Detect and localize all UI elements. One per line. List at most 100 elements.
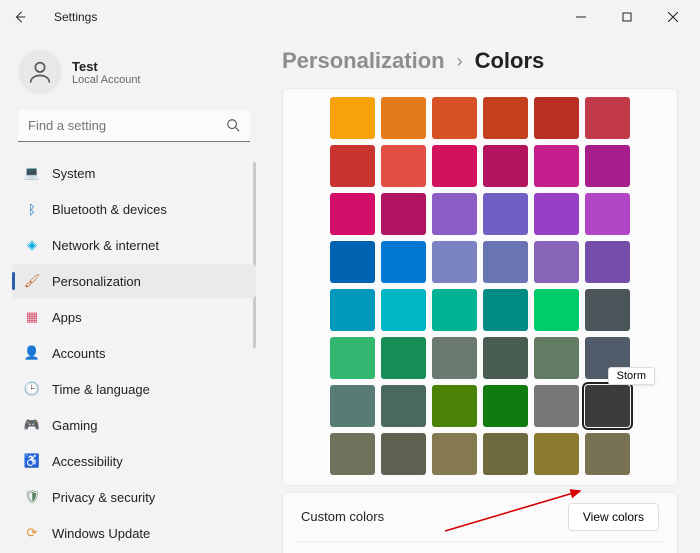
sidebar-item-apps[interactable]: ▦Apps xyxy=(12,300,256,334)
color-swatch[interactable] xyxy=(534,289,579,331)
color-swatch[interactable] xyxy=(432,145,477,187)
nav-label: Windows Update xyxy=(52,526,150,541)
color-swatch[interactable] xyxy=(330,337,375,379)
color-swatch[interactable] xyxy=(483,433,528,475)
color-grid xyxy=(297,97,663,475)
sidebar-item-system[interactable]: 💻 System xyxy=(12,156,256,190)
color-swatch[interactable] xyxy=(330,193,375,235)
nav-label: Accessibility xyxy=(52,454,123,469)
sidebar-item-accounts[interactable]: 👤 Accounts xyxy=(12,336,256,370)
color-swatch[interactable] xyxy=(330,289,375,331)
sidebar-item-gaming[interactable]: 🎮 Gaming xyxy=(12,408,256,442)
color-swatch[interactable] xyxy=(585,97,630,139)
nav-label: Privacy & security xyxy=(52,490,155,505)
color-swatch[interactable] xyxy=(381,289,426,331)
breadcrumb-current: Colors xyxy=(475,48,545,74)
nav-label: Personalization xyxy=(52,274,141,289)
profile-name: Test xyxy=(72,59,141,74)
color-swatch[interactable] xyxy=(381,241,426,283)
color-swatch[interactable] xyxy=(432,433,477,475)
minimize-button[interactable] xyxy=(558,2,604,32)
color-swatch[interactable] xyxy=(330,433,375,475)
color-swatch[interactable] xyxy=(432,385,477,427)
sidebar-item-network-internet[interactable]: ◈ Network & internet xyxy=(12,228,256,262)
custom-colors-card: Custom colors View colors Show accent co… xyxy=(282,492,678,553)
nav-label: System xyxy=(52,166,95,181)
color-tooltip: Storm xyxy=(608,367,655,385)
nav-label: Network & internet xyxy=(52,238,159,253)
color-swatch[interactable] xyxy=(585,241,630,283)
color-swatch[interactable] xyxy=(483,337,528,379)
color-swatch[interactable] xyxy=(585,289,630,331)
sidebar-item-time-language[interactable]: 🕒Time & language xyxy=(12,372,256,406)
profile-block[interactable]: Test Local Account xyxy=(12,46,256,110)
nav-icon: 🖌 xyxy=(24,273,40,289)
color-swatch[interactable] xyxy=(381,337,426,379)
color-swatch[interactable] xyxy=(585,433,630,475)
nav-icon: ⟳ xyxy=(24,525,40,541)
color-swatch[interactable] xyxy=(330,97,375,139)
avatar xyxy=(18,50,62,94)
color-swatch[interactable] xyxy=(381,433,426,475)
color-swatch[interactable] xyxy=(330,241,375,283)
profile-account: Local Account xyxy=(72,74,141,86)
color-swatch[interactable] xyxy=(483,97,528,139)
search-icon xyxy=(226,118,242,134)
color-swatch[interactable] xyxy=(534,337,579,379)
nav-label: Bluetooth & devices xyxy=(52,202,167,217)
color-swatch[interactable] xyxy=(534,433,579,475)
nav-label: Time & language xyxy=(52,382,150,397)
nav-icon: 🎮 xyxy=(24,417,40,433)
sidebar-item-windows-update[interactable]: ⟳ Windows Update xyxy=(12,516,256,550)
color-swatch[interactable] xyxy=(534,385,579,427)
close-button[interactable] xyxy=(650,2,696,32)
color-swatch[interactable] xyxy=(483,385,528,427)
nav-icon: ◈ xyxy=(24,237,40,253)
color-swatch[interactable] xyxy=(381,385,426,427)
color-swatch[interactable] xyxy=(330,385,375,427)
color-swatch[interactable] xyxy=(432,289,477,331)
color-swatch[interactable] xyxy=(330,145,375,187)
nav-icon: ᛒ xyxy=(24,201,40,217)
color-swatch[interactable] xyxy=(534,145,579,187)
nav-label: Accounts xyxy=(52,346,105,361)
color-swatch[interactable] xyxy=(381,145,426,187)
view-colors-button[interactable]: View colors xyxy=(568,503,659,531)
color-swatch[interactable] xyxy=(432,241,477,283)
nav-icon: 👤 xyxy=(24,345,40,361)
back-button[interactable] xyxy=(4,1,36,33)
color-swatch[interactable] xyxy=(483,241,528,283)
sidebar-item-privacy-security[interactable]: 🛡 Privacy & security xyxy=(12,480,256,514)
color-swatch[interactable] xyxy=(432,97,477,139)
color-swatch[interactable] xyxy=(483,289,528,331)
color-swatch[interactable] xyxy=(534,97,579,139)
color-swatch[interactable] xyxy=(534,241,579,283)
color-swatch[interactable] xyxy=(483,145,528,187)
nav-list: 💻 System ᛒ Bluetooth & devices ◈ Network & in… xyxy=(12,156,256,550)
nav-icon: 💻 xyxy=(24,165,40,181)
nav-label: Gaming xyxy=(52,418,98,433)
nav-icon: ♿ xyxy=(24,453,40,469)
accent-colors-card: Storm xyxy=(282,88,678,486)
color-swatch[interactable] xyxy=(534,193,579,235)
sidebar-item-personalization[interactable]: 🖌 Personalization xyxy=(12,264,256,298)
search-input[interactable] xyxy=(18,110,250,142)
sidebar-item-bluetooth-devices[interactable]: ᛒ Bluetooth & devices xyxy=(12,192,256,226)
custom-colors-label: Custom colors xyxy=(301,509,568,526)
color-swatch[interactable] xyxy=(483,193,528,235)
nav-label: Apps xyxy=(52,310,82,325)
color-swatch[interactable] xyxy=(381,97,426,139)
breadcrumb-parent[interactable]: Personalization xyxy=(282,48,445,74)
color-swatch[interactable] xyxy=(432,337,477,379)
sidebar-item-accessibility[interactable]: ♿ Accessibility xyxy=(12,444,256,478)
color-swatch[interactable] xyxy=(585,145,630,187)
color-swatch[interactable] xyxy=(585,193,630,235)
color-swatch[interactable] xyxy=(381,193,426,235)
window-title: Settings xyxy=(54,10,97,24)
maximize-button[interactable] xyxy=(604,2,650,32)
nav-icon: 🛡 xyxy=(24,489,40,505)
breadcrumb: Personalization › Colors xyxy=(282,48,678,74)
color-swatch[interactable] xyxy=(432,193,477,235)
color-swatch[interactable] xyxy=(585,385,630,427)
search-box[interactable] xyxy=(18,110,250,142)
